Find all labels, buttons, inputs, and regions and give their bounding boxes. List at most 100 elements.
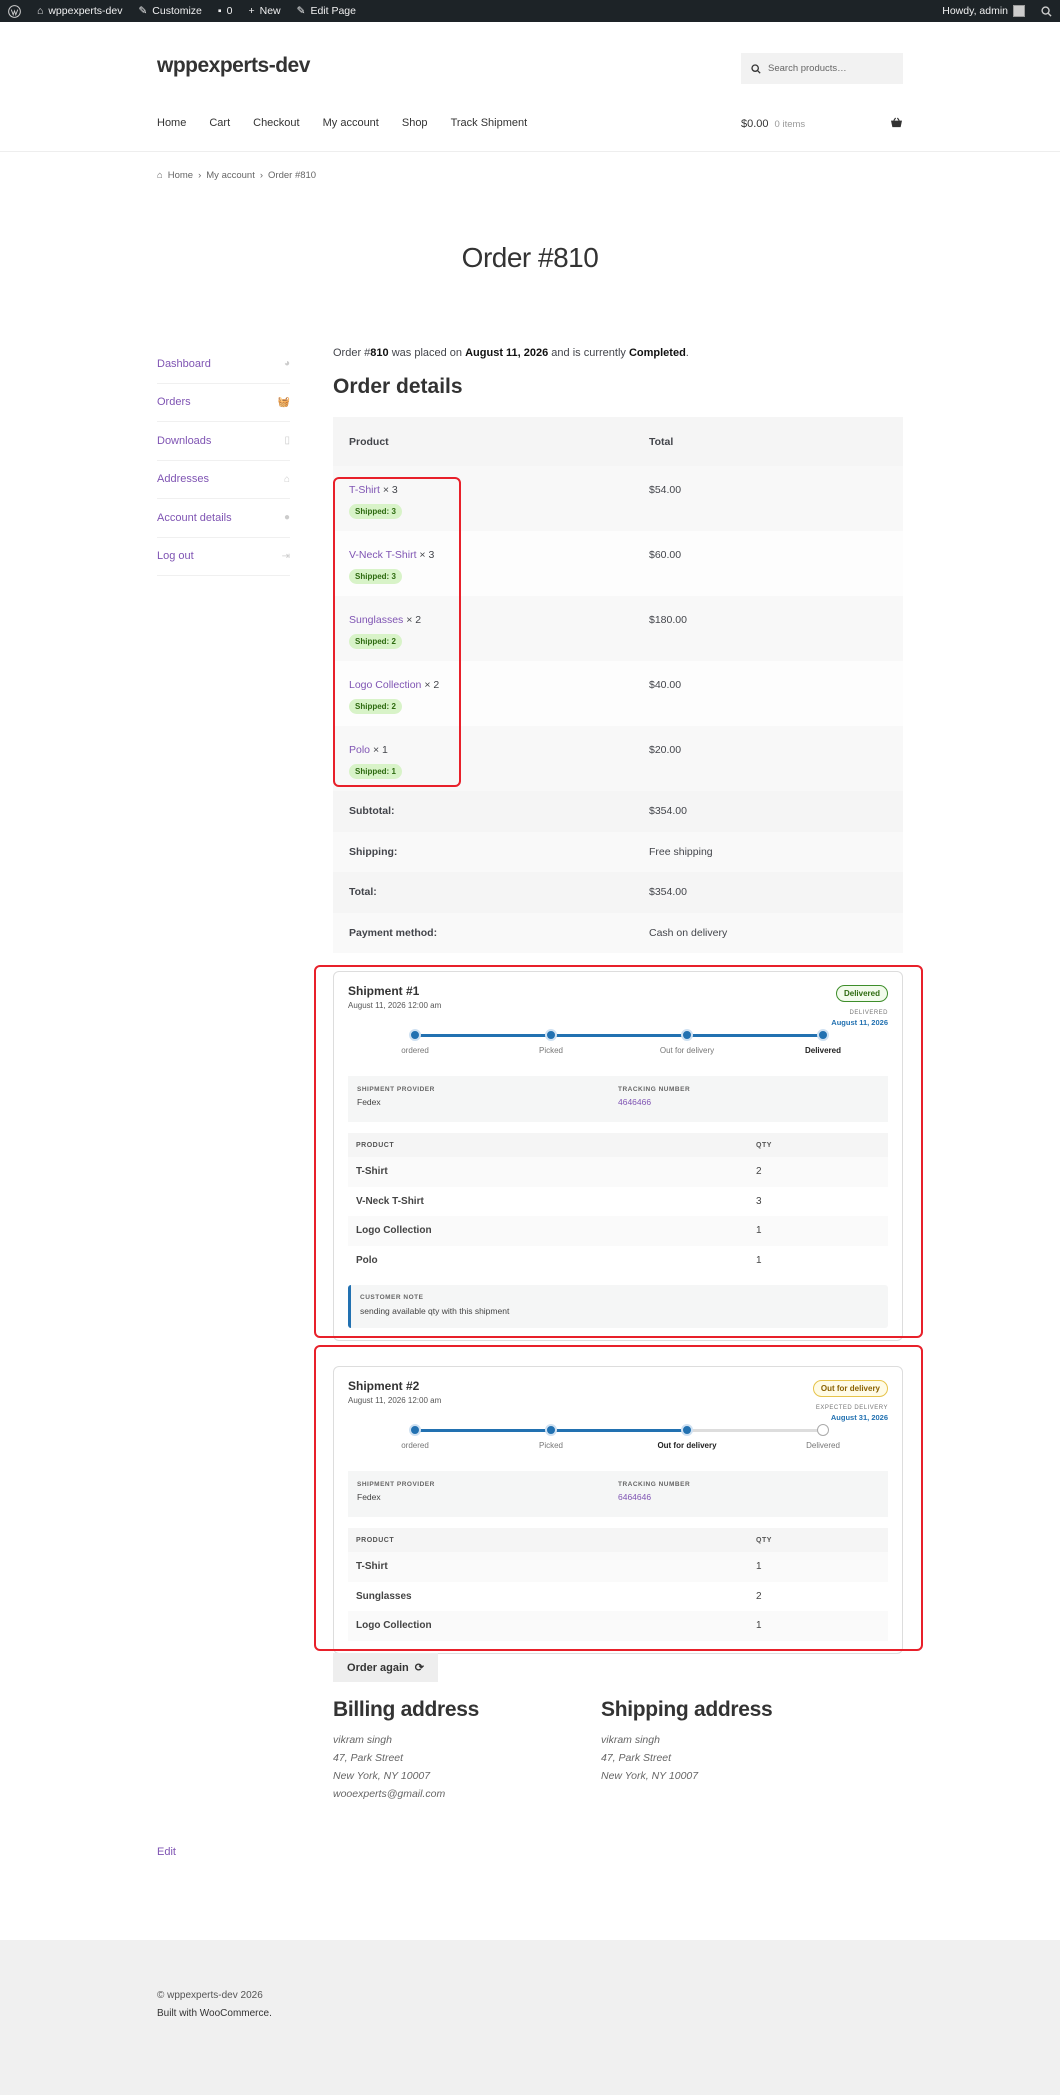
user-icon: ● — [283, 512, 290, 524]
cart-count: 0 items — [774, 118, 806, 130]
order-details-table: Product Total T-Shirt × 3 Shipped: 3 $54.… — [333, 417, 903, 953]
tracking-number-link[interactable]: 4646466 — [618, 1097, 651, 1107]
plus-icon: + — [248, 5, 255, 17]
order-content: Order #810 was placed on August 11, 2026… — [333, 345, 903, 1654]
product-link[interactable]: Sunglasses — [349, 614, 403, 626]
table-row: V-Neck T-Shirt × 3 Shipped: 3 $60.00 — [333, 531, 903, 596]
refresh-icon: ⟳ — [414, 1662, 424, 1674]
site-footer: © wppexperts-dev 2026 Built with WooComm… — [0, 1940, 1060, 2095]
breadcrumb-separator: › — [259, 170, 264, 181]
tracking-number-link[interactable]: 6464646 — [618, 1492, 651, 1502]
basket-icon — [890, 117, 903, 131]
table-row: Polo 1 — [356, 1254, 762, 1266]
adminbar-search-icon[interactable] — [1033, 0, 1060, 22]
table-row: Sunglasses 2 — [356, 1590, 762, 1602]
progress-step-label: ordered — [401, 1046, 429, 1055]
shipment-progress: ordered Picked Out for delivery Delivere… — [348, 1028, 888, 1076]
admin-bar: ⌂ wppexperts-dev ✎ Customize ▪ 0 + New ✎ Edit… — [0, 0, 1060, 22]
edit-link[interactable]: Edit — [157, 1846, 176, 1858]
product-link[interactable]: V-Neck T-Shirt — [349, 549, 417, 561]
progress-step-dot — [681, 1424, 693, 1436]
sidebar-item-account-details[interactable]: Account details ● — [157, 499, 290, 538]
shipment-card-1: Shipment #1 August 11, 2026 12:00 am Del… — [333, 971, 903, 1341]
file-icon: ▯ — [284, 435, 290, 447]
adminbar-edit-page[interactable]: ✎ Edit Page — [289, 0, 364, 22]
order-again-button[interactable]: Order again ⟳ — [333, 1653, 438, 1682]
progress-step-dot — [409, 1029, 421, 1041]
shipped-badge: Shipped: 1 — [349, 764, 402, 779]
order-items: T-Shirt × 3 Shipped: 3 $54.00 V-Neck T-Sh… — [333, 466, 903, 791]
progress-step-dot — [545, 1029, 557, 1041]
table-row: Logo Collection 1 — [348, 1611, 888, 1641]
nav-my-account[interactable]: My account — [323, 117, 379, 129]
delivery-info: EXPECTED DELIVERY August 31, 2026 — [815, 1405, 888, 1422]
table-header: Product Total — [333, 417, 903, 466]
search-placeholder: Search products… — [768, 63, 847, 74]
site-title[interactable]: wppexperts-dev — [157, 54, 310, 78]
pencil-icon: ✎ — [296, 5, 306, 17]
sidebar-item-log-out[interactable]: Log out ⇥ — [157, 538, 290, 576]
adminbar-account[interactable]: Howdy, admin — [934, 0, 1033, 22]
breadcrumb-my-account[interactable]: My account — [206, 170, 255, 181]
progress-step-label: Delivered — [806, 1441, 840, 1450]
adminbar-comments[interactable]: ▪ 0 — [210, 0, 241, 22]
dashboard-icon: ⌂ — [37, 5, 44, 17]
breadcrumb-home[interactable]: Home — [168, 170, 193, 181]
order-totals: Subtotal: $354.00 Shipping: Free shipping … — [333, 791, 903, 953]
built-with: Built with WooCommerce. — [157, 2008, 272, 2019]
progress-step-label: Out for delivery — [657, 1441, 717, 1450]
shipment-provider: Fedex — [357, 1492, 381, 1502]
shipped-badge: Shipped: 3 — [349, 504, 402, 519]
shipment-title: Shipment #2 — [348, 1379, 420, 1393]
sidebar-item-downloads[interactable]: Downloads ▯ — [157, 422, 290, 461]
adminbar-site[interactable]: ⌂ wppexperts-dev — [29, 0, 130, 22]
totals-row: Payment method: Cash on delivery — [333, 912, 903, 953]
breadcrumb: ⌂ Home › My account › Order #810 — [157, 170, 316, 181]
shipment-card-2: Shipment #2 August 11, 2026 12:00 am Out… — [333, 1366, 903, 1654]
product-link[interactable]: T-Shirt — [349, 484, 380, 496]
progress-step-dot — [817, 1029, 829, 1041]
shipment-provider-info: SHIPMENT PROVIDER Fedex TRACKING NUMBER 46… — [348, 1076, 888, 1122]
adminbar-new[interactable]: + New — [240, 0, 288, 22]
billing-address: Billing address vikram singh 47, Park St… — [333, 1698, 480, 1800]
progress-step-label: Picked — [538, 1046, 564, 1055]
nav-shop[interactable]: Shop — [402, 117, 428, 129]
dashboard-icon: ◕ — [283, 358, 290, 370]
status-badge: Out for delivery — [812, 1380, 888, 1397]
nav-cart[interactable]: Cart — [209, 117, 230, 129]
table-row: V-Neck T-Shirt 3 — [356, 1195, 762, 1207]
progress-step-dot — [545, 1424, 557, 1436]
avatar — [1013, 5, 1025, 17]
shipment-provider: Fedex — [357, 1097, 381, 1107]
shipment-title: Shipment #1 — [348, 984, 420, 998]
shipment-provider-info: SHIPMENT PROVIDER Fedex TRACKING NUMBER 64… — [348, 1471, 888, 1517]
woocommerce-link[interactable]: Built with WooCommerce — [157, 2008, 269, 2019]
shipment-progress: ordered Picked Out for delivery Delivere… — [348, 1423, 888, 1471]
product-link[interactable]: Polo — [349, 744, 370, 756]
progress-step-label: ordered — [401, 1441, 429, 1450]
product-link[interactable]: Logo Collection — [349, 679, 421, 691]
table-row: T-Shirt 2 — [348, 1157, 888, 1187]
brush-icon: ✎ — [138, 5, 148, 17]
site-header: wppexperts-dev Search products… Home Car… — [0, 22, 1060, 152]
shipped-badge: Shipped: 2 — [349, 634, 402, 649]
page-title: Order #810 — [461, 242, 599, 273]
nav-track-shipment[interactable]: Track Shipment — [451, 117, 528, 129]
nav-home[interactable]: Home — [157, 117, 186, 129]
sidebar-item-dashboard[interactable]: Dashboard ◕ — [157, 345, 290, 384]
sidebar-item-addresses[interactable]: Addresses ⌂ — [157, 461, 290, 499]
totals-row: Total: $354.00 — [333, 872, 903, 913]
adminbar-customize[interactable]: ✎ Customize — [130, 0, 209, 22]
nav-checkout[interactable]: Checkout — [253, 117, 299, 129]
progress-step-label: Delivered — [804, 1046, 842, 1055]
home-icon: ⌂ — [157, 170, 163, 181]
search-input[interactable]: Search products… — [741, 53, 903, 84]
sidebar-item-orders[interactable]: Orders 🧺 — [157, 384, 290, 422]
table-row: Sunglasses × 2 Shipped: 2 $180.00 — [333, 596, 903, 661]
progress-step-label: Picked — [538, 1441, 564, 1450]
wordpress-logo-icon[interactable] — [0, 0, 29, 22]
totals-row: Subtotal: $354.00 — [333, 791, 903, 832]
shipped-badge: Shipped: 2 — [349, 699, 402, 714]
header-cart[interactable]: $0.00 0 items — [741, 117, 903, 131]
progress-step-dot — [817, 1424, 829, 1436]
